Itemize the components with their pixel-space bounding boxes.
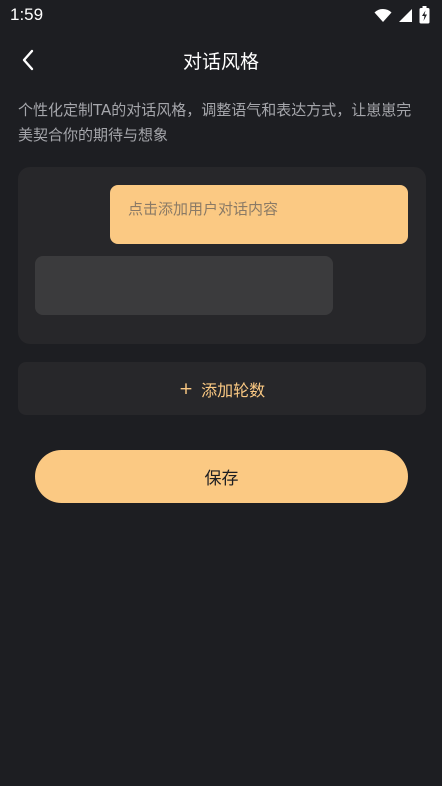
- battery-charging-icon: [419, 6, 430, 24]
- wifi-icon: [374, 8, 392, 22]
- page-title: 对话风格: [182, 51, 259, 73]
- ai-reply-input[interactable]: [35, 256, 333, 315]
- status-time: 1:59: [10, 5, 44, 24]
- user-message-input[interactable]: 点击添加用户对话内容: [110, 185, 408, 244]
- add-round-button[interactable]: + 添加轮数: [18, 362, 426, 415]
- page-description: 个性化定制TA的对话风格，调整语气和表达方式，让崽崽完美契合你的期待与想象: [18, 101, 412, 144]
- status-bar: 1:59: [0, 0, 442, 30]
- save-label: 保存: [204, 469, 239, 489]
- add-round-label: 添加轮数: [201, 380, 266, 400]
- nav-bar: 对话风格: [0, 36, 442, 84]
- save-button[interactable]: 保存: [35, 450, 408, 503]
- status-icons: [374, 6, 430, 24]
- user-message-placeholder: 点击添加用户对话内容: [128, 200, 279, 218]
- dialog-card: 点击添加用户对话内容: [18, 167, 426, 344]
- plus-icon: +: [178, 378, 194, 399]
- signal-icon: [399, 8, 412, 22]
